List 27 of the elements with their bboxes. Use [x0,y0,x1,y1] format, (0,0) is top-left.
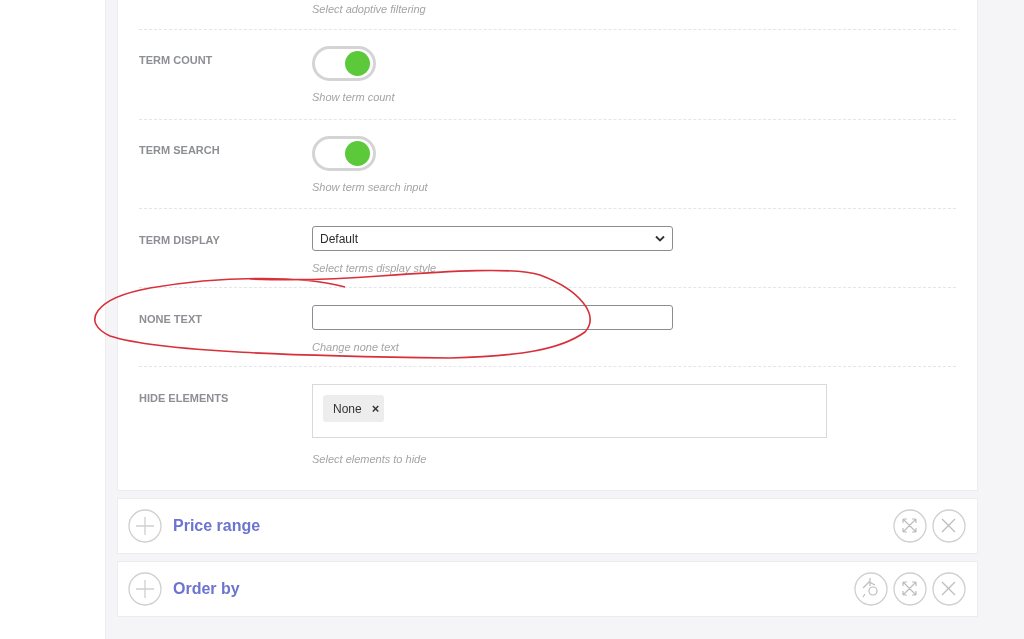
section-title[interactable]: Price range [173,513,261,538]
text-input[interactable] [312,304,673,330]
expand-icon[interactable] [893,508,927,543]
close-icon[interactable] [932,571,966,606]
field-description: Show term search input [312,179,428,195]
toggle-switch[interactable] [312,46,376,81]
field-label: TERM SEARCH [139,142,221,158]
field-label: TERM COUNT [139,53,214,68]
chevron-down-icon [655,235,665,242]
field-description: Select adoptive filtering [312,2,426,17]
field-label: HIDE ELEMENTS [139,391,230,406]
close-icon[interactable] [932,508,966,543]
field-description: Change none text [312,339,399,355]
field-label: NONE TEXT [139,311,203,327]
add-icon[interactable] [128,571,162,606]
remove-tag-button[interactable]: × [371,402,380,415]
tag-label: None [333,400,362,418]
field-description: Show term count [312,90,395,105]
select-dropdown[interactable]: Default [312,226,673,251]
field-description: Select terms display style [312,261,437,276]
field-label: TERM DISPLAY [139,233,221,248]
expand-icon[interactable] [893,571,927,606]
toggle-switch[interactable] [312,135,376,171]
tag-input[interactable]: None × [312,384,827,438]
section-title[interactable]: Order by [173,576,240,601]
add-icon[interactable] [128,508,162,543]
field-description: Select elements to hide [312,452,427,467]
